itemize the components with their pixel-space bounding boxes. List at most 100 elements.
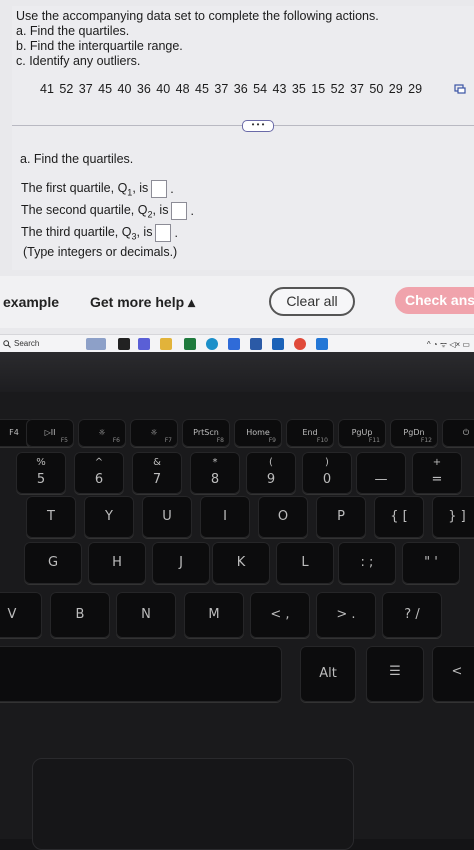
number-key[interactable]: (9 (246, 452, 296, 494)
key-label: 7 (152, 472, 162, 487)
keyboard: F4 ▷II F5 ☼ F6 ☼ F7 PrtScn F8 Home F9 End F10 PgUp F11… (0, 392, 474, 850)
copy-data-icon[interactable] (454, 84, 466, 94)
letter-key[interactable]: B (50, 592, 110, 638)
key-label: T (47, 509, 55, 524)
browser-screen: Use the accompanying data set to complet… (0, 0, 474, 352)
instruction-line: c. Identify any outliers. (16, 54, 141, 68)
letter-key[interactable]: M (184, 592, 244, 638)
function-key[interactable]: End F10 (286, 419, 334, 447)
key-label: L (301, 555, 309, 570)
letter-key[interactable]: H (88, 542, 146, 584)
q2-period: . (190, 204, 194, 218)
instruction-line: a. Find the quartiles. (16, 24, 130, 38)
key-label: P (337, 509, 345, 524)
edge-icon[interactable] (206, 338, 218, 350)
function-key[interactable]: ☼ F6 (78, 419, 126, 447)
outlook-icon[interactable] (272, 338, 284, 350)
number-key[interactable]: — (356, 452, 406, 494)
letter-key[interactable]: P (316, 496, 366, 538)
system-tray[interactable]: ^ ◔ ᯤ ◁× ▭ (427, 339, 470, 350)
letter-key[interactable]: U (142, 496, 192, 538)
view-example-link[interactable]: example (3, 294, 59, 310)
key-label: V (7, 607, 17, 622)
function-key[interactable]: ▷II F5 (26, 419, 74, 447)
key-label: " ' (424, 555, 438, 570)
letter-key[interactable]: L (276, 542, 334, 584)
trackpad[interactable] (32, 758, 354, 850)
key-label: K (236, 555, 246, 570)
chrome-icon[interactable] (294, 338, 306, 350)
menu-key[interactable]: ☰ (366, 646, 424, 702)
get-more-help-button[interactable]: Get more help ▴ (90, 294, 195, 311)
function-key[interactable]: Home F9 (234, 419, 282, 447)
function-key[interactable]: ☼ F7 (130, 419, 178, 447)
q3-answer-input[interactable] (155, 224, 172, 242)
letter-key[interactable]: G (24, 542, 82, 584)
file-explorer-icon[interactable] (160, 338, 172, 350)
letter-key[interactable]: V (0, 592, 42, 638)
key-label: PrtScn (193, 428, 219, 437)
key-label: 0 (322, 472, 332, 487)
key-label: { [ (390, 509, 408, 524)
function-key[interactable]: PrtScn F8 (182, 419, 230, 447)
q2-answer-input[interactable] (171, 202, 188, 220)
letter-key[interactable]: } ] (432, 496, 474, 538)
letter-key[interactable]: " ' (402, 542, 460, 584)
letter-key[interactable]: K (212, 542, 270, 584)
key-sublabel: F9 (268, 437, 276, 444)
letter-key[interactable]: ? / (382, 592, 442, 638)
q1-suffix: , is (132, 180, 149, 195)
q1-label: The first quartile, Q (21, 180, 128, 195)
clear-all-button[interactable]: Clear all (269, 287, 355, 316)
letter-key[interactable]: N (116, 592, 176, 638)
weather-widget-icon[interactable] (86, 338, 106, 350)
letter-key[interactable]: > . (316, 592, 376, 638)
space-bar[interactable] (0, 646, 282, 702)
key-label: : ; (360, 555, 374, 570)
check-answer-button[interactable]: Check ans (395, 287, 474, 314)
q1-answer-input[interactable] (151, 180, 168, 198)
letter-key[interactable]: < , (250, 592, 310, 638)
excel-icon[interactable] (184, 338, 196, 350)
app-icon[interactable] (316, 338, 328, 350)
arrow-left-key[interactable]: < (432, 646, 474, 702)
q3-label: The third quartile, Q (21, 224, 132, 239)
key-shift-label: ^ (94, 457, 104, 468)
function-key[interactable]: PgUp F11 (338, 419, 386, 447)
q1-line: The first quartile, Q1, is . (21, 180, 174, 198)
letter-key[interactable]: J (152, 542, 210, 584)
key-label: Home (246, 428, 270, 437)
action-bar: example Get more help ▴ Clear all Check … (0, 276, 474, 328)
store-icon[interactable] (228, 338, 240, 350)
number-key[interactable]: ) 0 (302, 452, 352, 494)
letter-key[interactable]: T (26, 496, 76, 538)
q2-line: The second quartile, Q2, is . (21, 202, 194, 220)
key-label: O (277, 509, 289, 524)
letter-key[interactable]: { [ (374, 496, 424, 538)
letter-key[interactable]: : ; (338, 542, 396, 584)
task-view-icon[interactable] (118, 338, 130, 350)
key-sublabel: F8 (216, 437, 224, 444)
letter-key[interactable]: O (258, 496, 308, 538)
key-sublabel: F5 (60, 437, 68, 444)
expand-button[interactable]: • • • (242, 120, 274, 132)
number-key[interactable]: * 8 (190, 452, 240, 494)
function-key[interactable]: ⏻ (442, 419, 474, 447)
taskbar-search[interactable]: Search (3, 339, 39, 348)
function-key[interactable]: PgDn F12 (390, 419, 438, 447)
key-shift-label: * (212, 457, 218, 468)
number-key[interactable]: % 5 (16, 452, 66, 494)
search-icon (3, 339, 11, 348)
key-label: < , (270, 607, 290, 622)
number-key[interactable]: + = (412, 452, 462, 494)
number-key[interactable]: & 7 (132, 452, 182, 494)
teams-icon[interactable] (138, 338, 150, 350)
letter-key[interactable]: Y (84, 496, 134, 538)
key-label: > . (336, 607, 356, 622)
key-label: J (179, 555, 183, 570)
word-icon[interactable] (250, 338, 262, 350)
number-key[interactable]: ^ 6 (74, 452, 124, 494)
letter-key[interactable]: I (200, 496, 250, 538)
alt-key[interactable]: Alt (300, 646, 356, 702)
q1-period: . (170, 182, 174, 196)
